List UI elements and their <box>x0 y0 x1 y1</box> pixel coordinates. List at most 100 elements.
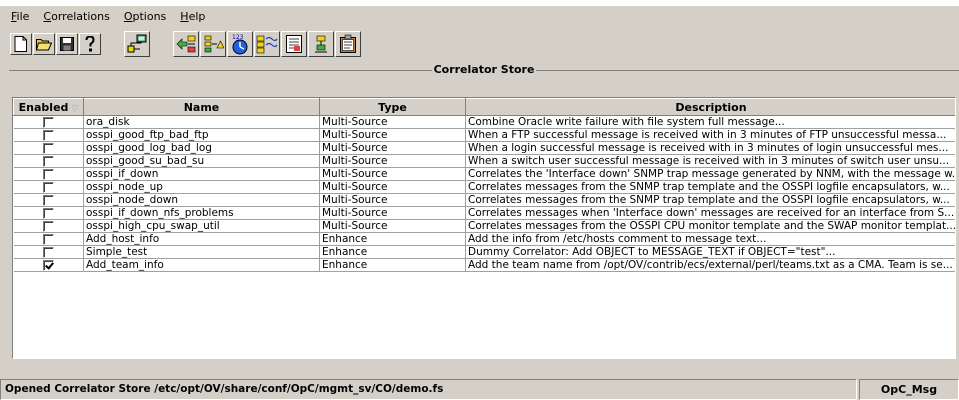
table-row[interactable]: osspi_if_down Multi-Source Correlates the … <box>13 167 955 181</box>
column-header-name[interactable]: Name <box>83 98 320 116</box>
enabled-cell <box>13 219 84 233</box>
description-cell: Add the team name from /opt/OV/contrib/e… <box>465 258 955 272</box>
correlator-store-title: Correlator Store <box>9 63 959 77</box>
table-row[interactable]: Simple_test Enhance Dummy Correlator: Add … <box>13 245 955 259</box>
table-row[interactable]: Add_host_info Enhance Add the info from /e… <box>13 232 955 246</box>
description-cell: Correlates the 'Interface down' SNMP tra… <box>465 167 955 181</box>
enabled-cell <box>13 206 84 220</box>
table-row[interactable]: osspi_node_down Multi-Source Correlates me… <box>13 193 955 207</box>
name-cell: osspi_node_up <box>83 180 320 194</box>
enabled-checkbox[interactable] <box>42 194 54 206</box>
network-button[interactable] <box>124 31 150 57</box>
type-cell: Multi-Source <box>319 219 466 233</box>
properties-button[interactable] <box>335 31 361 57</box>
menu-file[interactable]: File <box>4 7 36 26</box>
enhance-button[interactable] <box>308 31 334 57</box>
save-button[interactable] <box>56 33 78 55</box>
column-header-enabled-label: Enabled <box>18 100 69 114</box>
list-filter-button[interactable] <box>281 31 307 57</box>
toolbar: 123 <box>0 27 959 61</box>
description-cell: Correlates messages from the OSSPI CPU m… <box>465 219 955 233</box>
table-row[interactable]: Add_team_info Enhance Add the team name fr… <box>13 258 955 272</box>
table-row[interactable]: osspi_good_su_bad_su Multi-Source When a s… <box>13 154 955 168</box>
enabled-checkbox[interactable] <box>42 168 54 180</box>
type-cell: Multi-Source <box>319 167 466 181</box>
enabled-cell <box>13 232 84 246</box>
description-cell: When a login successful message is recei… <box>465 141 955 155</box>
enabled-checkbox[interactable] <box>42 220 54 232</box>
new-button[interactable] <box>10 33 32 55</box>
timer-button[interactable]: 123 <box>227 31 253 57</box>
correlation-multi-icon <box>176 35 196 53</box>
enabled-cell <box>13 154 84 168</box>
table-row[interactable]: osspi_high_cpu_swap_util Multi-Source Corr… <box>13 219 955 233</box>
timer-icon: 123 <box>232 34 248 55</box>
description-cell: Dummy Correlator: Add OBJECT to MESSAGE_… <box>465 245 955 259</box>
properties-icon <box>340 34 356 53</box>
type-cell: Multi-Source <box>319 180 466 194</box>
menu-options-label: ptions <box>132 10 167 23</box>
name-cell: ora_disk <box>83 115 320 129</box>
description-cell: Correlates messages from the SNMP trap t… <box>465 193 955 207</box>
correlation-multi-button[interactable] <box>173 31 199 57</box>
network-icon <box>127 34 147 53</box>
enabled-checkbox[interactable] <box>42 259 54 271</box>
table-row[interactable]: osspi_good_log_bad_log Multi-Source When a… <box>13 141 955 155</box>
name-cell: osspi_node_down <box>83 193 320 207</box>
menu-options[interactable]: Options <box>117 7 173 26</box>
enabled-checkbox[interactable] <box>42 207 54 219</box>
type-cell: Multi-Source <box>319 154 466 168</box>
table-row[interactable]: ora_disk Multi-Source Combine Oracle write… <box>13 115 955 129</box>
description-cell: Correlates messages when 'Interface down… <box>465 206 955 220</box>
open-button[interactable] <box>33 33 55 55</box>
column-header-type[interactable]: Type <box>319 98 466 116</box>
description-cell: Add the info from /etc/hosts comment to … <box>465 232 955 246</box>
name-cell: osspi_high_cpu_swap_util <box>83 219 320 233</box>
name-cell: Add_team_info <box>83 258 320 272</box>
menu-help[interactable]: Help <box>173 7 212 26</box>
column-header-description[interactable]: Description <box>465 98 955 116</box>
table-row[interactable]: osspi_if_down_nfs_problems Multi-Source Co… <box>13 206 955 220</box>
enabled-cell <box>13 258 84 272</box>
menu-help-label: elp <box>188 10 206 23</box>
menu-correlations-mnemonic: C <box>43 10 52 23</box>
table-row[interactable]: osspi_node_up Multi-Source Correlates mess… <box>13 180 955 194</box>
enabled-checkbox[interactable] <box>42 246 54 258</box>
correlator-table-container[interactable]: Enabled ▽ Name Type Description ora_disk M… <box>12 97 956 359</box>
name-cell: osspi_good_su_bad_su <box>83 154 320 168</box>
correlation-alert-button[interactable] <box>200 31 226 57</box>
enabled-checkbox[interactable] <box>42 181 54 193</box>
help-question-icon <box>85 36 95 52</box>
enabled-checkbox[interactable] <box>42 129 54 141</box>
enabled-cell <box>13 245 84 259</box>
correlator-store-title-text: Correlator Store <box>431 63 537 76</box>
table-row[interactable]: osspi_good_ftp_bad_ftp Multi-Source When a… <box>13 128 955 142</box>
message-sequence-button[interactable] <box>254 31 280 57</box>
save-disk-icon <box>60 37 74 51</box>
sort-filter-icon: ▽ <box>71 103 79 114</box>
column-header-type-label: Type <box>378 100 407 114</box>
status-group: OpC_Msg <box>859 379 959 400</box>
menu-options-mnemonic: O <box>123 10 133 23</box>
menu-help-mnemonic: H <box>180 10 189 23</box>
type-cell: Multi-Source <box>319 206 466 220</box>
enabled-cell <box>13 193 84 207</box>
name-cell: osspi_if_down <box>83 167 320 181</box>
enabled-checkbox[interactable] <box>42 142 54 154</box>
enabled-checkbox[interactable] <box>42 233 54 245</box>
type-cell: Multi-Source <box>319 128 466 142</box>
enabled-checkbox[interactable] <box>42 116 54 128</box>
enabled-cell <box>13 180 84 194</box>
menu-correlations-label: orrelations <box>51 10 110 23</box>
column-header-enabled[interactable]: Enabled ▽ <box>13 98 84 116</box>
help-button[interactable] <box>79 33 101 55</box>
column-header-name-label: Name <box>183 100 220 114</box>
enabled-cell <box>13 167 84 181</box>
correlator-store-panel: Correlator Store Enabled ▽ Name Type Desc… <box>9 63 959 360</box>
type-cell: Enhance <box>319 258 466 272</box>
name-cell: osspi_good_log_bad_log <box>83 141 320 155</box>
enabled-checkbox[interactable] <box>42 155 54 167</box>
menu-correlations[interactable]: Correlations <box>36 7 116 26</box>
description-cell: Combine Oracle write failure with file s… <box>465 115 955 129</box>
enabled-cell <box>13 128 84 142</box>
